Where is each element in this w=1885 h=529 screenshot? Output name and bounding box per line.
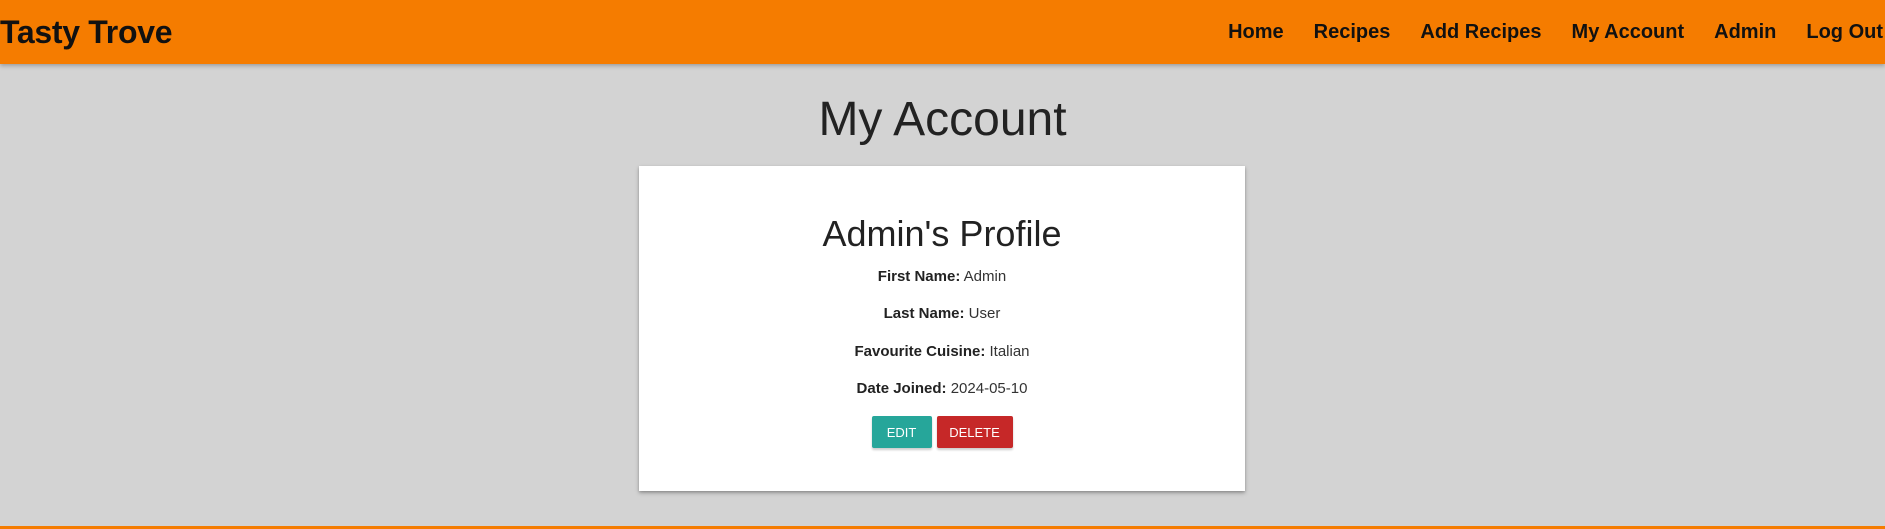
nav-link-home[interactable]: Home xyxy=(1228,21,1284,44)
field-value: 2024-05-10 xyxy=(950,380,1028,397)
delete-button[interactable]: DELETE xyxy=(936,416,1013,448)
edit-button[interactable]: EDIT xyxy=(871,416,932,448)
field-label: First Name: xyxy=(877,268,961,285)
profile-field-favourite-cuisine: Favourite Cuisine: Italian xyxy=(639,342,1245,362)
nav-link-log-out[interactable]: Log Out xyxy=(1806,21,1883,44)
profile-actions: EDIT DELETE xyxy=(639,416,1245,448)
field-value: User xyxy=(968,305,1001,322)
profile-field-last-name: Last Name: User xyxy=(639,304,1245,324)
navbar: Tasty Trove Home Recipes Add Recipes My … xyxy=(0,0,1885,64)
nav-link-my-account[interactable]: My Account xyxy=(1572,21,1685,44)
profile-title: Admin's Profile xyxy=(822,213,1062,254)
profile-card: Admin's Profile First Name: Admin Last N… xyxy=(639,166,1245,491)
nav-links: Home Recipes Add Recipes My Account Admi… xyxy=(1198,21,1885,44)
field-label: Favourite Cuisine: xyxy=(854,343,986,360)
field-label: Date Joined: xyxy=(856,380,947,397)
field-label: Last Name: xyxy=(883,305,965,322)
profile-field-date-joined: Date Joined: 2024-05-10 xyxy=(639,379,1245,399)
nav-link-add-recipes[interactable]: Add Recipes xyxy=(1420,21,1541,44)
brand-logo[interactable]: Tasty Trove xyxy=(0,14,172,51)
nav-link-recipes[interactable]: Recipes xyxy=(1314,21,1391,44)
profile-field-first-name: First Name: Admin xyxy=(639,267,1245,287)
page-title: My Account xyxy=(818,93,1067,146)
nav-link-admin[interactable]: Admin xyxy=(1714,21,1776,44)
field-value: Admin xyxy=(963,268,1007,285)
field-value: Italian xyxy=(989,343,1030,360)
